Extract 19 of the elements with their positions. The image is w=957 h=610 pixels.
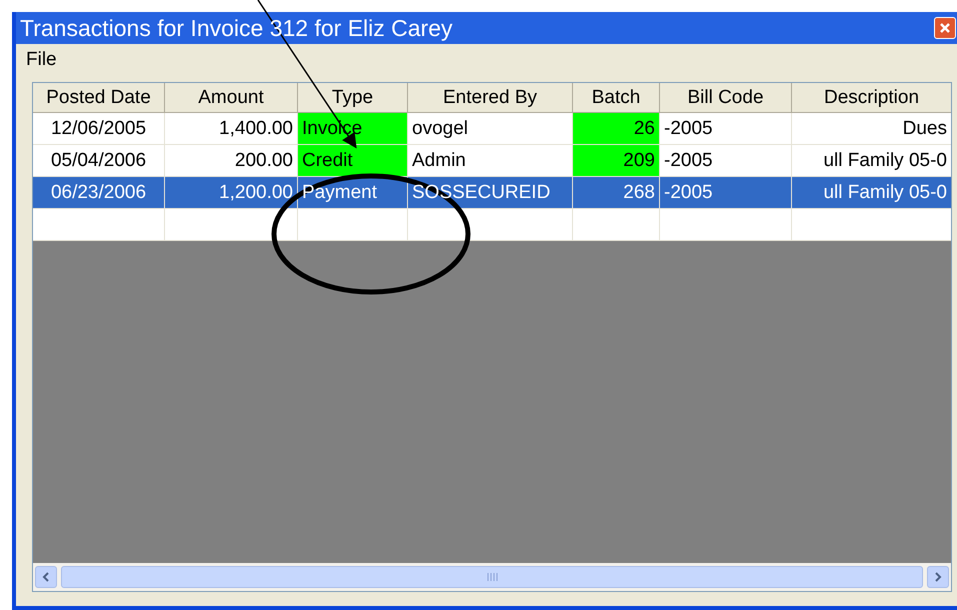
column-header[interactable]: Type <box>298 83 408 113</box>
column-header[interactable]: Amount <box>165 83 298 113</box>
table-row[interactable]: 05/04/2006 200.00 Credit Admin 209 -2005 ull Family 05-0 <box>33 145 951 177</box>
table-cell: 209 <box>573 145 660 177</box>
table-cell: Credit <box>298 145 408 177</box>
close-button[interactable] <box>934 17 956 39</box>
scroll-right-button[interactable] <box>927 566 949 588</box>
column-header[interactable]: Description <box>792 83 951 113</box>
column-header[interactable]: Bill Code <box>660 83 792 113</box>
close-icon <box>939 22 951 34</box>
table-cell: 26 <box>573 113 660 145</box>
chevron-right-icon <box>934 572 942 582</box>
chevron-left-icon <box>42 572 50 582</box>
scroll-left-button[interactable] <box>35 566 57 588</box>
grip-icon <box>486 573 498 581</box>
menu-item[interactable]: File <box>26 46 57 74</box>
column-header[interactable]: Posted Date <box>33 83 165 113</box>
column-header[interactable]: Entered By <box>408 83 573 113</box>
column-header[interactable]: Batch <box>573 83 660 113</box>
